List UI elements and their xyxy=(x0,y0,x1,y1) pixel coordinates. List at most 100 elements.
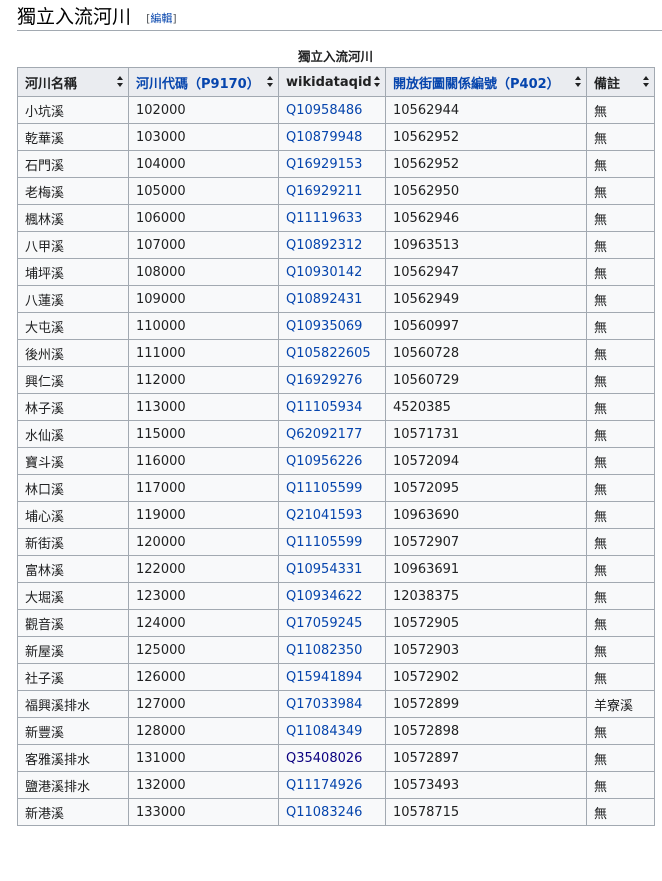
wikidata-qid-cell: Q62092177 xyxy=(278,420,386,448)
river-code-cell: 117000 xyxy=(128,474,279,502)
wikidata-qid-link[interactable]: Q62092177 xyxy=(286,427,362,442)
river-name-cell: 鹽港溪排水 xyxy=(25,779,91,795)
river-code-cell: 126000 xyxy=(136,669,186,685)
sort-icon[interactable] xyxy=(117,76,124,88)
note-cell: 無 xyxy=(594,185,608,201)
osm-relation-cell: 10562944 xyxy=(385,96,587,124)
wikidata-qid-link[interactable]: Q11082350 xyxy=(286,643,362,658)
wikidata-qid-link[interactable]: Q10930142 xyxy=(286,265,362,280)
edit-bracket-close: ] xyxy=(172,12,177,25)
wikidata-qid-link[interactable]: Q21041593 xyxy=(286,508,362,523)
wikidata-qid-link[interactable]: Q11105599 xyxy=(286,535,362,550)
note-cell: 無 xyxy=(586,123,655,151)
osm-relation-cell: 10562952 xyxy=(385,123,587,151)
wikidata-qid-link[interactable]: Q11083246 xyxy=(286,805,362,820)
wikidata-qid-cell: Q10958486 xyxy=(278,96,386,124)
osm-relation-cell: 10572095 xyxy=(393,480,460,496)
river-code-cell: 108000 xyxy=(136,264,186,280)
river-name-cell: 鹽港溪排水 xyxy=(17,771,129,799)
sort-icon[interactable] xyxy=(575,76,582,88)
wikidata-qid-link[interactable]: Q105822605 xyxy=(286,346,371,361)
river-code-cell: 107000 xyxy=(136,237,186,253)
edit-section-link[interactable]: 編輯 xyxy=(150,12,172,25)
osm-relation-cell: 4520385 xyxy=(385,393,587,421)
river-name-cell: 大屯溪 xyxy=(17,312,129,340)
river-name-cell: 社子溪 xyxy=(17,663,129,691)
wikidata-qid-link[interactable]: Q17059245 xyxy=(286,616,362,631)
table-row: 埔坪溪 108000 Q10930142 10562947 無 xyxy=(17,258,655,286)
header-osm-relation[interactable]: 開放街圖關係編號（P402） xyxy=(385,67,587,97)
wikidata-qid-link[interactable]: Q11105599 xyxy=(286,481,362,496)
wikidata-qid-link[interactable]: Q10958486 xyxy=(286,103,362,118)
wikidata-qid-link[interactable]: Q16929211 xyxy=(286,184,362,199)
note-cell: 無 xyxy=(586,258,655,286)
river-name-cell: 老梅溪 xyxy=(17,177,129,205)
wikidata-qid-link[interactable]: Q11084349 xyxy=(286,724,362,739)
header-wikidataqid[interactable]: wikidataqid xyxy=(278,67,386,97)
wikidata-qid-cell: Q11105599 xyxy=(278,528,386,556)
river-name-cell: 新港溪 xyxy=(17,798,129,826)
wikidata-qid-link[interactable]: Q11105934 xyxy=(286,400,362,415)
edit-section: [編輯] xyxy=(146,12,177,25)
wikidata-qid-cell: Q10879948 xyxy=(278,123,386,151)
table-row: 新屋溪 125000 Q11082350 10572903 無 xyxy=(17,636,655,664)
wikidata-qid-link[interactable]: Q17033984 xyxy=(286,697,362,712)
table-caption: 獨立入流河川 xyxy=(297,49,373,64)
header-river-code-prop: （P9170） xyxy=(188,76,260,92)
table-row: 楓林溪 106000 Q11119633 10562946 無 xyxy=(17,204,655,232)
header-osm-relation-link[interactable]: 開放街圖關係編號 xyxy=(393,77,497,92)
header-river-code[interactable]: 河川代碼（P9170） xyxy=(128,67,279,97)
river-name-cell: 寶斗溪 xyxy=(25,455,65,471)
note-cell: 無 xyxy=(586,150,655,178)
river-name-cell: 後州溪 xyxy=(17,339,129,367)
table-row: 新港溪 133000 Q11083246 10578715 無 xyxy=(17,798,655,826)
wikidata-qid-link[interactable]: Q10954331 xyxy=(286,562,362,577)
wikidata-qid-link[interactable]: Q16929153 xyxy=(286,157,362,172)
table-row: 後州溪 111000 Q105822605 10560728 無 xyxy=(17,339,655,367)
river-name-cell: 八蓮溪 xyxy=(17,285,129,313)
river-code-cell: 122000 xyxy=(128,555,279,583)
wikidata-qid-link[interactable]: Q16929276 xyxy=(286,373,362,388)
note-cell: 無 xyxy=(586,528,655,556)
wikidata-qid-link[interactable]: Q11119633 xyxy=(286,211,362,226)
osm-relation-cell: 10562944 xyxy=(393,102,460,118)
wikidata-qid-link[interactable]: Q10934622 xyxy=(286,589,362,604)
note-cell: 無 xyxy=(594,752,608,768)
river-code-cell: 125000 xyxy=(128,636,279,664)
table-row: 寶斗溪 116000 Q10956226 10572094 無 xyxy=(17,447,655,475)
osm-relation-cell: 10562947 xyxy=(393,264,460,280)
wikidata-qid-link[interactable]: Q10892431 xyxy=(286,292,362,307)
wikidata-qid-cell: Q10892431 xyxy=(278,285,386,313)
river-code-cell: 124000 xyxy=(136,615,186,631)
note-cell: 無 xyxy=(594,428,608,444)
osm-relation-cell: 10578715 xyxy=(393,804,460,820)
header-river-name[interactable]: 河川名稱 xyxy=(17,67,129,97)
river-code-cell: 123000 xyxy=(128,582,279,610)
wikidata-qid-cell: Q11082350 xyxy=(278,636,386,664)
osm-relation-cell: 10572898 xyxy=(393,723,460,739)
note-cell: 無 xyxy=(594,590,608,606)
osm-relation-cell: 10562950 xyxy=(393,183,460,199)
sort-icon[interactable] xyxy=(267,76,274,88)
wikidata-qid-link[interactable]: Q10935069 xyxy=(286,319,362,334)
header-note[interactable]: 備註 xyxy=(586,67,655,97)
header-river-name-label: 河川名稱 xyxy=(25,76,78,92)
wikidata-qid-link[interactable]: Q15941894 xyxy=(286,670,362,685)
note-cell: 無 xyxy=(594,671,608,687)
wikidata-qid-link[interactable]: Q35408026 xyxy=(286,751,362,766)
header-river-code-link[interactable]: 河川代碼 xyxy=(136,77,188,92)
sort-icon[interactable] xyxy=(643,76,650,88)
wikidata-qid-link[interactable]: Q10892312 xyxy=(286,238,362,253)
header-row: 河川名稱 河川代碼（P9170） wikidataqid 開放街圖關係編號（P4… xyxy=(17,67,655,97)
sort-icon[interactable] xyxy=(374,76,381,88)
osm-relation-cell: 10562952 xyxy=(393,156,460,172)
river-code-cell: 120000 xyxy=(136,534,186,550)
wikidata-qid-link[interactable]: Q11174926 xyxy=(286,778,362,793)
river-code-cell: 115000 xyxy=(136,426,186,442)
wikidata-qid-link[interactable]: Q10956226 xyxy=(286,454,362,469)
wikidata-qid-cell: Q10935069 xyxy=(278,312,386,340)
river-name-cell: 水仙溪 xyxy=(25,428,65,444)
osm-relation-cell: 10572907 xyxy=(385,528,587,556)
header-osm-relation-prop: （P402） xyxy=(497,76,560,92)
wikidata-qid-link[interactable]: Q10879948 xyxy=(286,130,362,145)
